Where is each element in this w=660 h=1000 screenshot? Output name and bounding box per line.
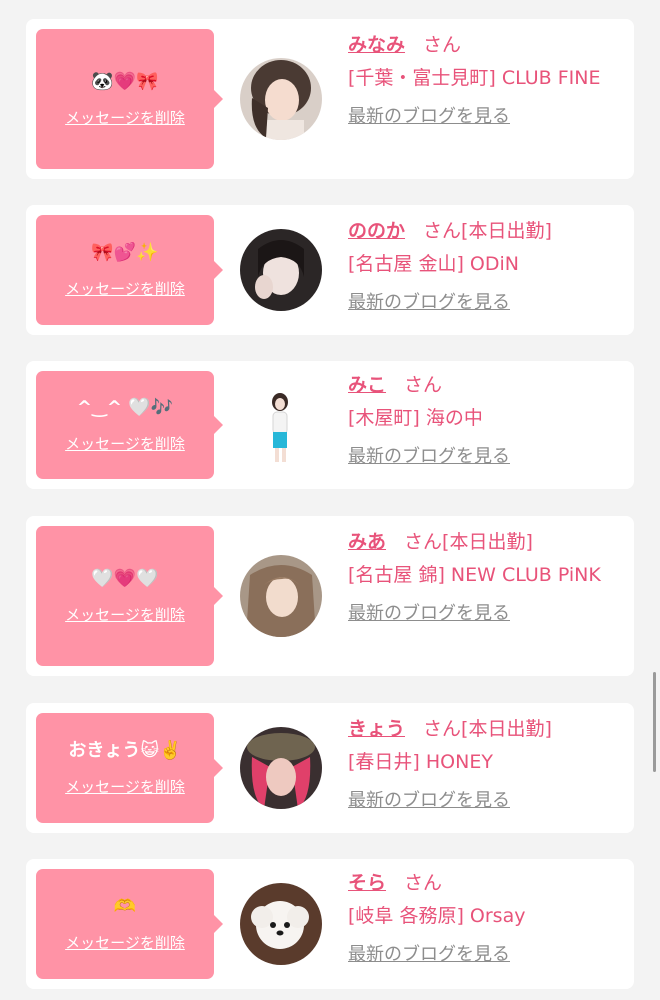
delete-message-link[interactable]: メッセージを削除 — [65, 433, 185, 454]
favorite-card-kyou: おきょう😺✌️ メッセージを削除 きょう さん[本日出勤] [春日井] HONEY… — [26, 703, 634, 833]
message-bubble: 🤍💗🤍 メッセージを削除 — [36, 526, 223, 666]
profile-info: そら さん [岐阜 各務原] Orsay 最新のブログを見る — [348, 869, 626, 966]
latest-blog-link[interactable]: 最新のブログを見る — [348, 786, 510, 812]
name-row: みこ さん — [348, 371, 626, 399]
message-text: 🫶 — [113, 895, 137, 917]
latest-blog-link[interactable]: 最新のブログを見る — [348, 940, 510, 966]
profile-info: きょう さん[本日出勤] [春日井] HONEY 最新のブログを見る — [348, 715, 626, 812]
shop-location: [名古屋 金山] ODiN — [348, 253, 519, 275]
avatar[interactable] — [240, 883, 322, 965]
latest-blog-link[interactable]: 最新のブログを見る — [348, 102, 510, 128]
profile-info: ののか さん[本日出勤] [名古屋 金山] ODiN 最新のブログを見る — [348, 217, 626, 314]
message-bubble: おきょう😺✌️ メッセージを削除 — [36, 713, 223, 823]
honorific: さん — [423, 34, 462, 56]
delete-message-link[interactable]: メッセージを削除 — [65, 278, 185, 299]
status-badge: [本日出勤] — [461, 718, 552, 740]
honorific: さん — [423, 718, 462, 740]
avatar[interactable] — [240, 58, 322, 140]
delete-message-link[interactable]: メッセージを削除 — [65, 604, 185, 625]
message-bubble: 🎀💕✨ メッセージを削除 — [36, 215, 223, 325]
name-row: みなみ さん — [348, 31, 626, 59]
name-row: そら さん — [348, 869, 626, 897]
avatar[interactable] — [240, 555, 322, 637]
favorite-card-minami: 🐼💗🎀 メッセージを削除 みなみ さん [千葉・富士見町] CLUB FINE 最… — [26, 19, 634, 179]
profile-info: みこ さん [木屋町] 海の中 最新のブログを見る — [348, 371, 626, 468]
name-row: ののか さん[本日出勤] — [348, 217, 626, 245]
avatar[interactable] — [240, 384, 322, 466]
message-bubble: ^‿^ 🤍🎶 メッセージを削除 — [36, 371, 223, 479]
shop-location: [千葉・富士見町] CLUB FINE — [348, 67, 601, 89]
scrollbar[interactable] — [653, 672, 656, 772]
status-badge: [本日出勤] — [442, 531, 533, 553]
latest-blog-link[interactable]: 最新のブログを見る — [348, 442, 510, 468]
avatar[interactable] — [240, 727, 322, 809]
name-row: みあ さん[本日出勤] — [348, 528, 626, 556]
cast-name-link[interactable]: きょう — [348, 718, 405, 740]
shop-location: [春日井] HONEY — [348, 751, 493, 773]
honorific: さん — [404, 374, 443, 396]
status-badge: [本日出勤] — [461, 220, 552, 242]
honorific: さん — [404, 531, 443, 553]
cast-name-link[interactable]: みなみ — [348, 34, 405, 56]
message-text: 🤍💗🤍 — [91, 567, 159, 589]
favorite-card-mia: 🤍💗🤍 メッセージを削除 みあ さん[本日出勤] [名古屋 錦] NEW CLUB… — [26, 516, 634, 676]
delete-message-link[interactable]: メッセージを削除 — [65, 776, 185, 797]
shop-location: [木屋町] 海の中 — [348, 407, 483, 429]
favorite-card-sora: 🫶 メッセージを削除 そら さん [岐阜 各務原] Orsay 最新のブログを見る — [26, 859, 634, 989]
message-text: ^‿^ 🤍🎶 — [76, 396, 174, 418]
favorite-card-miko: ^‿^ 🤍🎶 メッセージを削除 みこ さん [木屋町] 海の中 最新のブログを見る — [26, 361, 634, 489]
latest-blog-link[interactable]: 最新のブログを見る — [348, 288, 510, 314]
favorite-card-nonoka: 🎀💕✨ メッセージを削除 ののか さん[本日出勤] [名古屋 金山] ODiN 最… — [26, 205, 634, 335]
cast-name-link[interactable]: みあ — [348, 531, 386, 553]
message-bubble: 🐼💗🎀 メッセージを削除 — [36, 29, 223, 169]
name-row: きょう さん[本日出勤] — [348, 715, 626, 743]
message-bubble: 🫶 メッセージを削除 — [36, 869, 223, 979]
shop-location: [名古屋 錦] NEW CLUB PiNK — [348, 564, 601, 586]
message-text: 🐼💗🎀 — [91, 70, 159, 92]
cast-name-link[interactable]: そら — [348, 872, 386, 894]
message-text: 🎀💕✨ — [91, 241, 159, 263]
message-text: おきょう😺✌️ — [68, 739, 182, 761]
shop-location: [岐阜 各務原] Orsay — [348, 905, 526, 927]
honorific: さん — [423, 220, 462, 242]
honorific: さん — [404, 872, 443, 894]
latest-blog-link[interactable]: 最新のブログを見る — [348, 599, 510, 625]
cast-name-link[interactable]: ののか — [348, 220, 405, 242]
avatar[interactable] — [240, 229, 322, 311]
delete-message-link[interactable]: メッセージを削除 — [65, 932, 185, 953]
delete-message-link[interactable]: メッセージを削除 — [65, 107, 185, 128]
profile-info: みあ さん[本日出勤] [名古屋 錦] NEW CLUB PiNK 最新のブログを… — [348, 528, 626, 625]
profile-info: みなみ さん [千葉・富士見町] CLUB FINE 最新のブログを見る — [348, 31, 626, 128]
cast-name-link[interactable]: みこ — [348, 374, 386, 396]
